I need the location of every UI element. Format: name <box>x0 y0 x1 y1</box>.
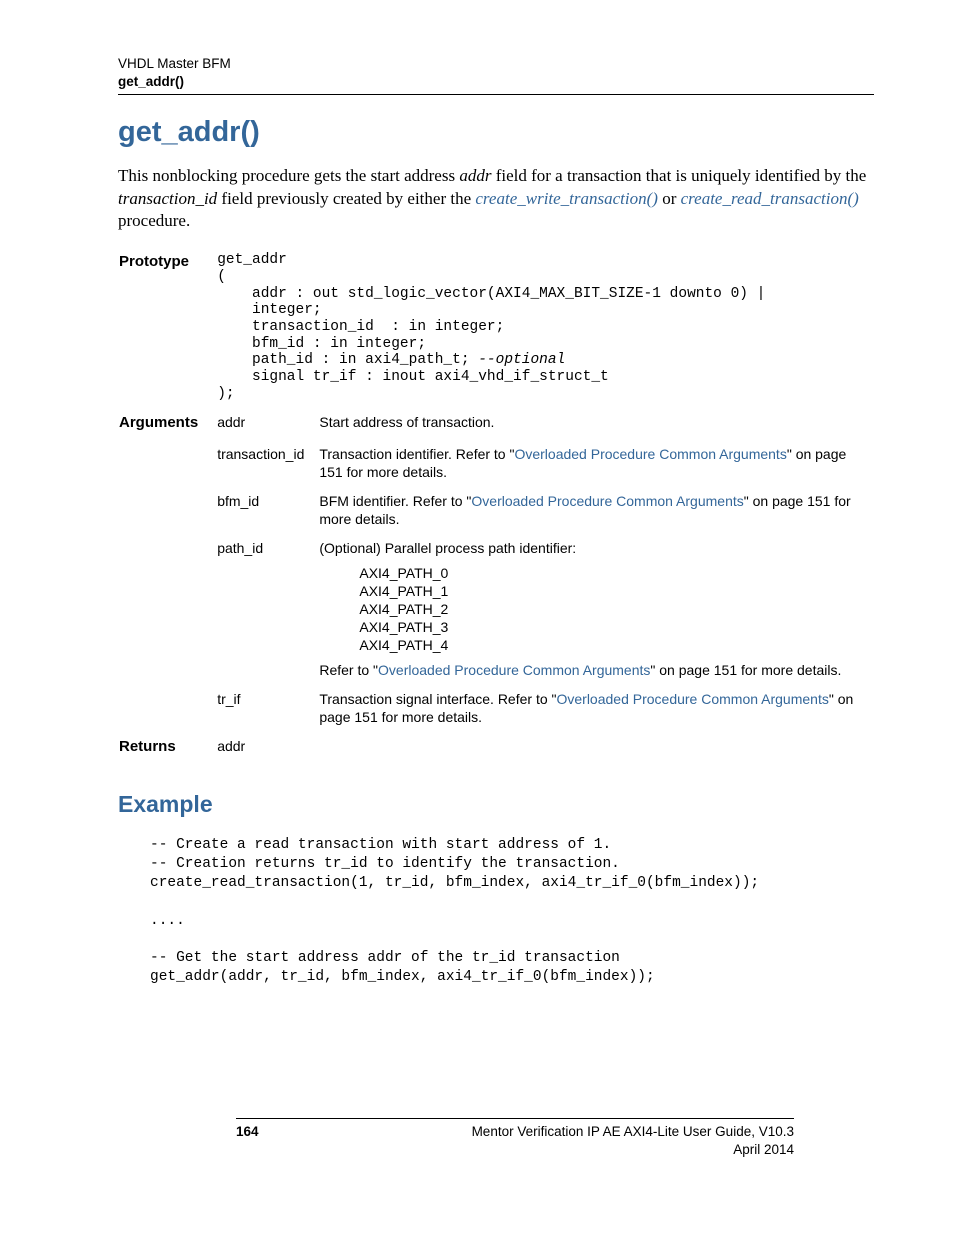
page-footer: 164 Mentor Verification IP AE AXI4-Lite … <box>236 1118 794 1159</box>
arg-name-tr-if: tr_if <box>216 689 318 736</box>
arg-desc-tr-if: Transaction signal interface. Refer to "… <box>318 689 874 736</box>
prototype-code: get_addr ( addr : out std_logic_vector(A… <box>217 252 873 402</box>
arg-desc-bfm-id: BFM identifier. Refer to "Overloaded Pro… <box>318 491 874 538</box>
overloaded-link-1[interactable]: Overloaded Procedure Common Arguments <box>514 446 786 462</box>
page-title: get_addr() <box>118 113 874 152</box>
overloaded-link-4[interactable]: Overloaded Procedure Common Arguments <box>556 691 828 707</box>
arg-desc-addr: Start address of transaction. <box>318 412 874 443</box>
example-heading: Example <box>118 789 874 820</box>
footer-date: April 2014 <box>472 1141 794 1159</box>
footer-rule <box>236 1118 794 1119</box>
overloaded-link-2[interactable]: Overloaded Procedure Common Arguments <box>471 493 743 509</box>
arg-desc-transaction-id: Transaction identifier. Refer to "Overlo… <box>318 444 874 491</box>
header-line2: get_addr() <box>118 73 874 91</box>
arg-name-transaction-id: transaction_id <box>216 444 318 491</box>
definition-table: Prototype get_addr ( addr : out std_logi… <box>118 251 874 767</box>
page-header: VHDL Master BFM get_addr() <box>118 55 874 91</box>
footer-doc: Mentor Verification IP AE AXI4-Lite User… <box>472 1123 794 1141</box>
page-number: 164 <box>236 1123 259 1159</box>
returns-value: addr <box>216 736 318 767</box>
create-write-transaction-link[interactable]: create_write_transaction() <box>475 189 658 208</box>
path-list: AXI4_PATH_0 AXI4_PATH_1 AXI4_PATH_2 AXI4… <box>319 564 873 655</box>
arg-name-path-id: path_id <box>216 538 318 688</box>
header-line1: VHDL Master BFM <box>118 55 874 73</box>
arg-desc-path-id: (Optional) Parallel process path identif… <box>318 538 874 688</box>
arguments-label: Arguments <box>118 412 216 443</box>
prototype-label: Prototype <box>118 251 216 412</box>
intro-paragraph: This nonblocking procedure gets the star… <box>118 165 874 234</box>
addr-ital: addr <box>459 166 491 185</box>
returns-label: Returns <box>118 736 216 767</box>
overloaded-link-3[interactable]: Overloaded Procedure Common Arguments <box>378 662 650 678</box>
transaction-id-ital: transaction_id <box>118 189 217 208</box>
arg-name-bfm-id: bfm_id <box>216 491 318 538</box>
create-read-transaction-link[interactable]: create_read_transaction() <box>681 189 859 208</box>
arg-name-addr: addr <box>216 412 318 443</box>
header-rule <box>118 94 874 95</box>
example-code: -- Create a read transaction with start … <box>150 836 874 987</box>
